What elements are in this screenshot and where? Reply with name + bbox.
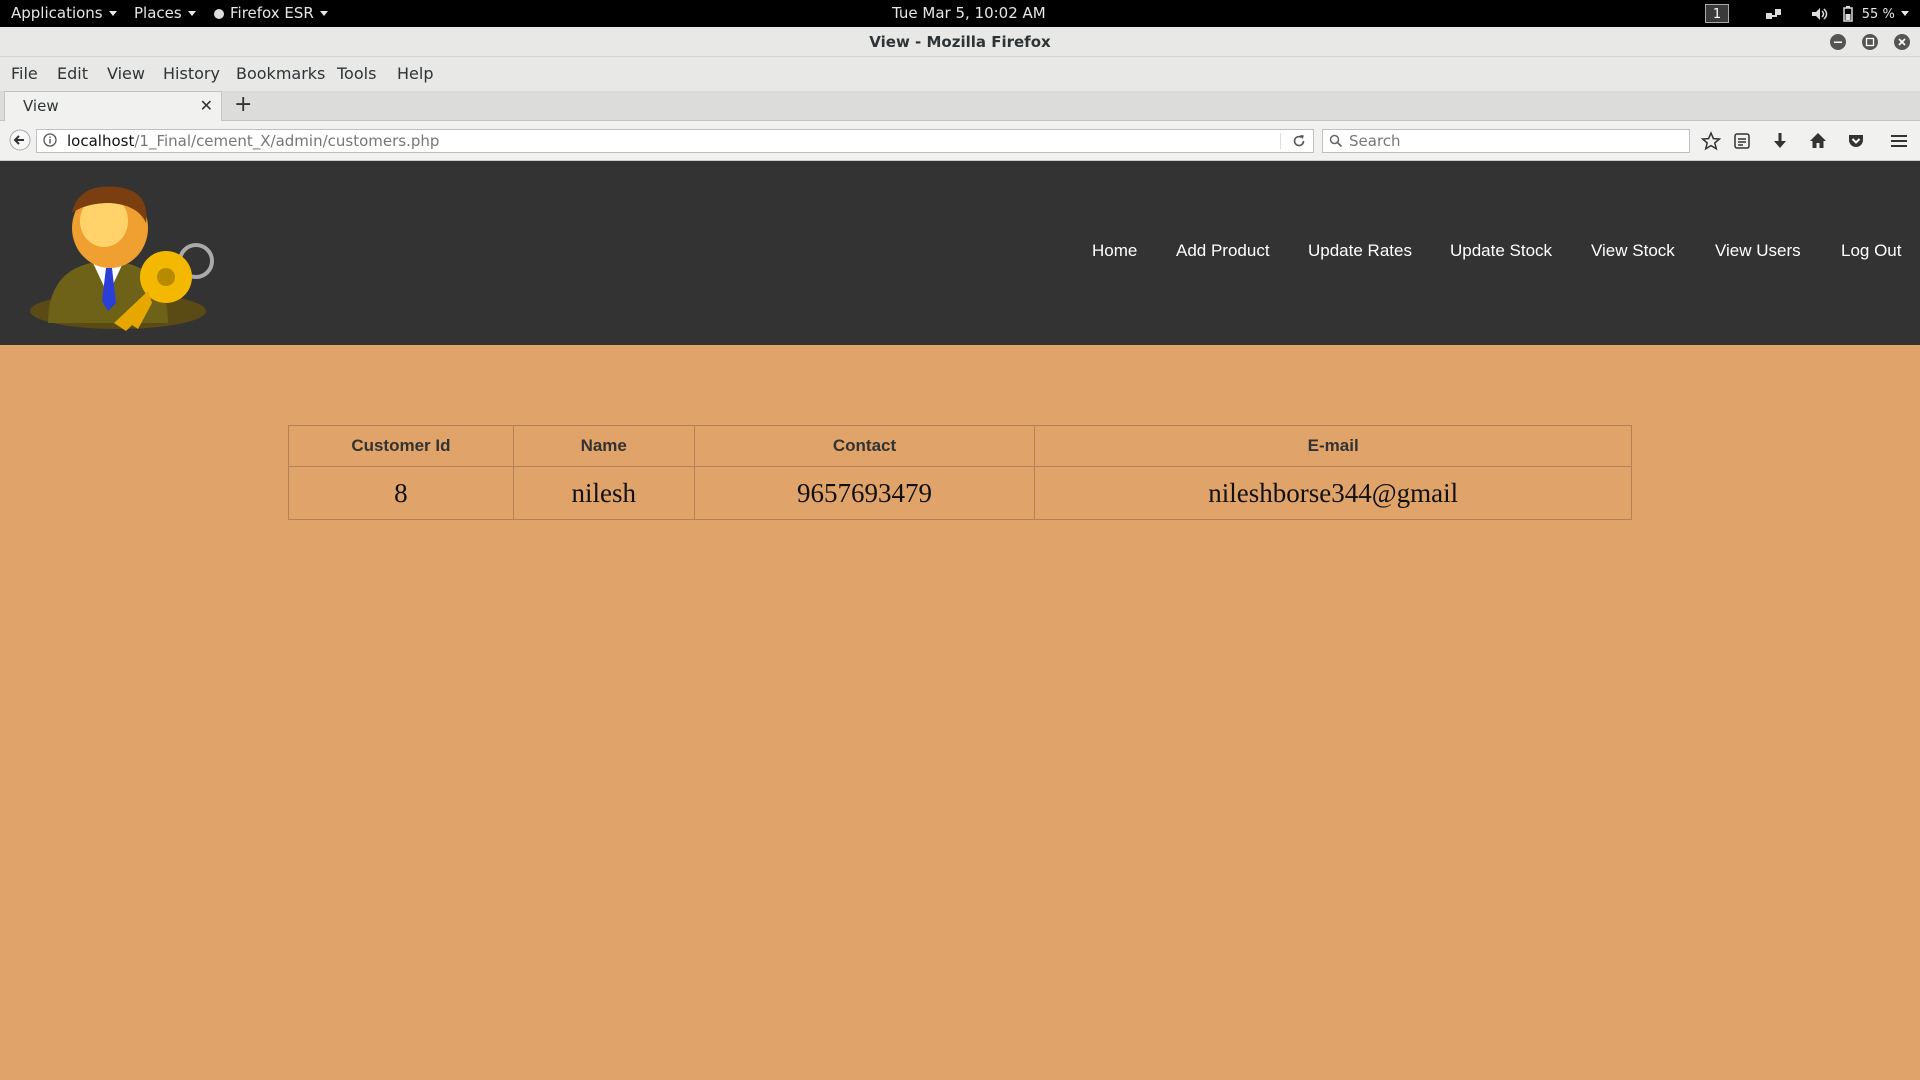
tab-view[interactable]: View ✕ — [4, 91, 222, 121]
chevron-down-icon — [319, 11, 328, 16]
header-name: Name — [512, 425, 695, 467]
site-header: Home Add Product Update Rates Update Sto… — [0, 161, 1920, 345]
maximize-button[interactable] — [1862, 34, 1878, 50]
close-tab-icon[interactable]: ✕ — [200, 96, 213, 115]
nav-view-users[interactable]: View Users — [1715, 241, 1801, 261]
menu-bookmarks[interactable]: Bookmarks — [236, 64, 325, 84]
url-path: /1_Final/cement_X/admin/customers.php — [134, 132, 440, 150]
search-input[interactable] — [1349, 131, 1679, 151]
back-arrow-icon — [9, 129, 31, 151]
table-row: 8 nilesh 9657693479 nileshborse344@gmail — [288, 466, 1632, 520]
chevron-down-icon — [187, 11, 196, 16]
minimize-button[interactable] — [1830, 34, 1846, 50]
nav-update-stock[interactable]: Update Stock — [1450, 241, 1552, 261]
url-divider — [1280, 133, 1281, 149]
firefox-icon — [214, 8, 224, 19]
menu-tools[interactable]: Tools — [337, 64, 376, 84]
applications-label: Applications — [11, 4, 103, 22]
firefox-app-label: Firefox ESR — [230, 4, 314, 22]
workspace-indicator[interactable]: 1 — [1705, 3, 1729, 23]
battery-menu[interactable]: 55 % — [1843, 0, 1909, 27]
chevron-down-icon — [108, 11, 117, 16]
nav-log-out[interactable]: Log Out — [1841, 241, 1902, 261]
header-contact: Contact — [693, 425, 1036, 467]
download-icon[interactable] — [1770, 131, 1790, 155]
navigation-toolbar: localhost/1_Final/cement_X/admin/custome… — [0, 121, 1920, 161]
reading-list-icon[interactable] — [1732, 131, 1752, 155]
menu-view[interactable]: View — [107, 64, 145, 84]
url-bar[interactable]: localhost/1_Final/cement_X/admin/custome… — [36, 129, 1314, 153]
tab-label: View — [23, 97, 59, 115]
header-customer-id: Customer Id — [288, 425, 514, 467]
window-title: View - Mozilla Firefox — [869, 33, 1051, 51]
menu-file[interactable]: File — [11, 64, 38, 84]
chevron-down-icon — [1900, 11, 1909, 16]
admin-logo[interactable] — [28, 183, 218, 333]
close-window-button[interactable] — [1894, 34, 1910, 50]
info-icon[interactable] — [43, 133, 57, 147]
cell-email: nileshborse344@gmail — [1034, 466, 1632, 520]
search-icon — [1329, 134, 1343, 148]
window-title-bar: View - Mozilla Firefox — [0, 27, 1920, 57]
menu-edit[interactable]: Edit — [57, 64, 88, 84]
pocket-icon[interactable] — [1846, 131, 1866, 155]
places-label: Places — [134, 4, 182, 22]
bookmark-star-icon[interactable] — [1700, 131, 1722, 155]
network-icon[interactable] — [1765, 0, 1783, 27]
firefox-app-menu[interactable]: Firefox ESR — [214, 0, 328, 27]
volume-icon[interactable] — [1811, 0, 1829, 27]
nav-view-stock[interactable]: View Stock — [1591, 241, 1675, 261]
new-tab-button[interactable]: + — [234, 92, 252, 118]
nav-home[interactable]: Home — [1092, 241, 1137, 261]
applications-menu[interactable]: Applications — [11, 0, 117, 27]
header-email: E-mail — [1034, 425, 1632, 467]
url-text: localhost/1_Final/cement_X/admin/custome… — [67, 132, 439, 150]
tab-strip: View ✕ + — [0, 91, 1920, 121]
customers-table: Customer Id Name Contact E-mail 8 nilesh… — [288, 425, 1632, 520]
search-box[interactable] — [1322, 129, 1690, 153]
table-header-row: Customer Id Name Contact E-mail — [288, 425, 1632, 467]
menu-history[interactable]: History — [163, 64, 220, 84]
battery-percent: 55 % — [1861, 7, 1895, 22]
back-button[interactable] — [9, 129, 31, 155]
menu-help[interactable]: Help — [397, 64, 433, 84]
nav-add-product[interactable]: Add Product — [1176, 241, 1270, 261]
reload-icon[interactable] — [1291, 133, 1307, 149]
battery-icon — [1843, 5, 1853, 22]
menu-bar: File Edit View History Bookmarks Tools H… — [0, 57, 1920, 91]
hamburger-menu-icon[interactable] — [1889, 131, 1909, 155]
nav-update-rates[interactable]: Update Rates — [1308, 241, 1412, 261]
system-top-bar: Applications Places Firefox ESR Tue Mar … — [0, 0, 1920, 27]
cell-name: nilesh — [512, 466, 695, 520]
url-host: localhost — [67, 132, 135, 150]
home-icon[interactable] — [1808, 131, 1828, 155]
cell-contact: 9657693479 — [693, 466, 1036, 520]
clock[interactable]: Tue Mar 5, 10:02 AM — [892, 0, 1046, 27]
cell-customer-id: 8 — [288, 466, 514, 520]
workspace-number: 1 — [1705, 4, 1729, 23]
places-menu[interactable]: Places — [134, 0, 196, 27]
page-content: Customer Id Name Contact E-mail 8 nilesh… — [0, 345, 1920, 1080]
